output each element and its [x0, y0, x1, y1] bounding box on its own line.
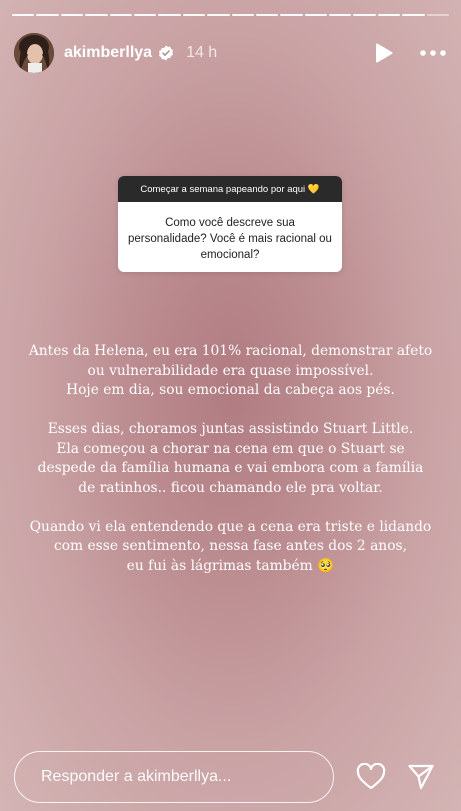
story-progress-segment [85, 14, 108, 16]
verified-badge-icon [158, 45, 174, 61]
avatar[interactable] [14, 33, 54, 73]
story-progress-segment [158, 14, 181, 16]
question-sticker-prompt: Começar a semana papeando por aqui 💛 [118, 176, 342, 202]
story-progress-segment [60, 14, 84, 16]
story-progress-segment [255, 14, 279, 16]
story-progress-segment [36, 14, 59, 16]
answer-paragraph: Antes da Helena, eu era 101% racional, d… [28, 343, 433, 398]
story-progress-segment [133, 14, 157, 16]
username[interactable]: akimberllya [64, 44, 152, 62]
answer-paragraph: Quando vi ela entendendo que a cena era … [29, 518, 432, 574]
story-progress-segment [280, 14, 303, 16]
like-button[interactable] [354, 760, 388, 794]
more-options-icon [420, 50, 446, 56]
story-progress-segment [353, 14, 376, 16]
question-text: Como você descreve sua personalidade? Vo… [128, 217, 332, 261]
question-sticker: Começar a semana papeando por aqui 💛 Com… [118, 176, 342, 272]
story-progress-segment [426, 14, 450, 16]
story-progress-bar [12, 14, 450, 16]
share-button[interactable] [404, 760, 438, 794]
story-progress-segment [402, 14, 425, 16]
story-progress-segment [329, 14, 352, 16]
story-progress-segment [304, 14, 328, 16]
story-progress-segment [231, 14, 254, 16]
story-answer-text: Antes da Helena, eu era 101% racional, d… [20, 342, 441, 596]
play-icon [376, 43, 393, 63]
answer-paragraph: Esses dias, choramos juntas assistindo S… [37, 421, 424, 496]
send-icon [408, 764, 434, 790]
post-time: 14 h [186, 44, 218, 61]
story-progress-segment [182, 14, 206, 16]
story-progress-segment [12, 14, 35, 16]
more-options-button[interactable] [419, 42, 447, 64]
story-footer [14, 750, 447, 804]
story-progress-segment [377, 14, 401, 16]
story-progress-segment [109, 14, 132, 16]
heart-icon [356, 763, 386, 790]
story-header: akimberllya 14 h [14, 32, 447, 74]
story-progress-segment [207, 14, 230, 16]
play-button[interactable] [373, 42, 395, 64]
reply-input[interactable] [14, 751, 334, 803]
